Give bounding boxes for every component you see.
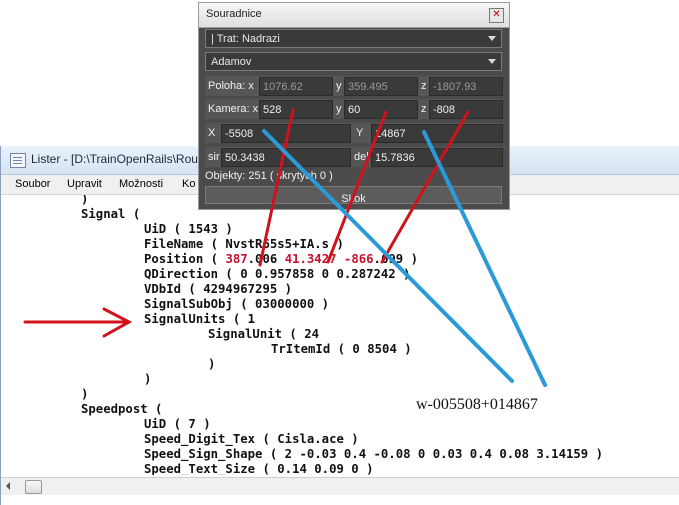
kamera-z-field[interactable]: -808: [429, 100, 503, 119]
code-text: Speed_Digit_Tex ( Cisla.ace ): [144, 432, 359, 446]
highlighted-value: 387: [225, 252, 248, 266]
code-text: SignalSubObj ( 03000000 ): [144, 297, 330, 311]
code-line: Speed_Sign_Shape ( 2 -0.03 0.4 -0.08 0 0…: [144, 447, 603, 462]
kamera-x-field[interactable]: 528: [259, 100, 333, 119]
sir-label: sir: [208, 151, 220, 163]
code-line: Position ( 387.006 41.3427 -866.699 ): [144, 252, 418, 267]
souradnice-dialog: Souradnice ✕ | Trat: Nadrazi Adamov Polo…: [198, 2, 510, 210]
highlighted-value: 41.3427: [284, 252, 337, 266]
del-value: 15.7836: [375, 152, 415, 164]
code-text: UiD ( 7 ): [144, 417, 211, 431]
code-text: Speed_Sign_Shape ( 2 -0.03 0.4 -0.08 0 0…: [144, 447, 604, 461]
kamera-y-value: 60: [348, 104, 361, 116]
code-text: SignalUnit ( 24: [208, 327, 320, 341]
y-coordinate-value: 14867: [375, 128, 406, 140]
code-text: ): [81, 195, 89, 206]
trat-dropdown-value: | Trat: Nadrazi: [211, 33, 280, 45]
lister-title: Lister - [D:\TrainOpenRails\Rout: [31, 152, 202, 166]
code-text: QDirection ( 0 0.957858 0 0.287242 ): [144, 267, 411, 281]
poloha-y-field: 359.495: [344, 77, 418, 96]
code-text: Position (: [144, 252, 226, 266]
coordinate-annotation-text: w-005508+014867: [416, 396, 538, 413]
code-text: UiD ( 1543 ): [144, 222, 233, 236]
kamera-y-label: y: [336, 103, 342, 115]
code-line: ): [81, 387, 88, 402]
station-dropdown[interactable]: Adamov: [205, 52, 502, 71]
code-line: UiD ( 1543 ): [144, 222, 233, 237]
code-line: Speedpost (: [81, 402, 162, 417]
kamera-x-value: 528: [263, 104, 282, 116]
code-text: TrItemId ( 0 8504 ): [271, 342, 412, 356]
code-text: SignalUnits ( 1: [144, 312, 256, 326]
code-text: Speed_Text_Size ( 0.14 0.09 0 ): [144, 462, 374, 475]
menu-upravit[interactable]: Upravit: [67, 178, 102, 190]
code-text: .006: [247, 252, 285, 266]
sir-value: 50.3438: [225, 152, 265, 164]
poloha-x-value: 1076.62: [263, 81, 303, 93]
kamera-label: Kamera: x: [208, 103, 259, 115]
skok-button[interactable]: Skok: [205, 186, 502, 205]
sir-field[interactable]: 50.3438: [221, 148, 351, 167]
code-line: ): [81, 195, 88, 207]
x-coordinate-field[interactable]: -5508: [221, 124, 351, 143]
code-text: VDbId ( 4294967295 ): [144, 282, 293, 296]
dialog-title: Souradnice: [206, 8, 262, 20]
menu-ko[interactable]: Ko: [182, 178, 195, 190]
poloha-y-value: 359.495: [348, 81, 388, 93]
code-line: SignalUnit ( 24: [208, 327, 319, 342]
code-line: VDbId ( 4294967295 ): [144, 282, 292, 297]
horizontal-scrollbar[interactable]: [1, 477, 679, 495]
scroll-left-arrow-icon[interactable]: [6, 482, 10, 490]
code-line: TrItemId ( 0 8504 ): [271, 342, 412, 357]
del-field[interactable]: 15.7836: [371, 148, 503, 167]
code-line: SignalSubObj ( 03000000 ): [144, 297, 329, 312]
code-line: ): [208, 357, 215, 372]
poloha-x-field: 1076.62: [259, 77, 333, 96]
code-text: ): [81, 387, 89, 401]
x-label: X: [208, 127, 216, 139]
code-text: FileName ( NvstR65s5+IA.s ): [144, 237, 344, 251]
y-coordinate-field[interactable]: 14867: [371, 124, 503, 143]
code-line: Signal (: [81, 207, 140, 222]
x-coordinate-value: -5508: [225, 128, 254, 140]
code-line: UiD ( 7 ): [144, 417, 211, 432]
del-label: del: [354, 151, 369, 163]
y-label: Y: [356, 127, 364, 139]
poloha-z-field: -1807.93: [429, 77, 503, 96]
kamera-z-value: -808: [433, 104, 456, 116]
poloha-z-label: z: [421, 80, 427, 92]
menu-soubor[interactable]: Soubor: [15, 178, 50, 190]
highlighted-value: -866: [343, 252, 374, 266]
kamera-z-label: z: [421, 103, 427, 115]
poloha-label: Poloha: x: [208, 80, 254, 92]
skok-button-label: Skok: [341, 193, 366, 205]
chevron-down-icon: [488, 59, 496, 64]
lister-app-icon: [10, 153, 26, 168]
code-line: SignalUnits ( 1: [144, 312, 255, 327]
scrollbar-thumb[interactable]: [25, 480, 42, 494]
code-text: ): [144, 372, 152, 386]
station-dropdown-value: Adamov: [211, 56, 252, 68]
chevron-down-icon: [488, 36, 496, 41]
code-line: FileName ( NvstR65s5+IA.s ): [144, 237, 344, 252]
code-line: QDirection ( 0 0.957858 0 0.287242 ): [144, 267, 411, 282]
kamera-y-field[interactable]: 60: [344, 100, 418, 119]
objekty-status: Objekty: 251 ( skrytych 0 ): [205, 170, 333, 182]
code-text: Signal (: [81, 207, 141, 221]
lister-text-content[interactable]: ) Signal (UiD ( 1543 ) FileName ( NvstR65s…: [1, 195, 679, 475]
poloha-z-value: -1807.93: [433, 81, 477, 93]
code-line: Speed_Text_Size ( 0.14 0.09 0 ): [144, 462, 374, 475]
close-icon[interactable]: ✕: [489, 8, 504, 23]
trat-dropdown[interactable]: | Trat: Nadrazi: [205, 29, 502, 48]
code-text: .699 ): [373, 252, 418, 266]
code-line: Speed_Digit_Tex ( Cisla.ace ): [144, 432, 359, 447]
menu-moznosti[interactable]: Možnosti: [119, 178, 163, 190]
code-line: ): [144, 372, 151, 387]
poloha-y-label: y: [336, 80, 342, 92]
code-text: Speedpost (: [81, 402, 163, 416]
code-text: ): [208, 357, 216, 371]
dialog-titlebar[interactable]: Souradnice ✕: [199, 3, 509, 28]
